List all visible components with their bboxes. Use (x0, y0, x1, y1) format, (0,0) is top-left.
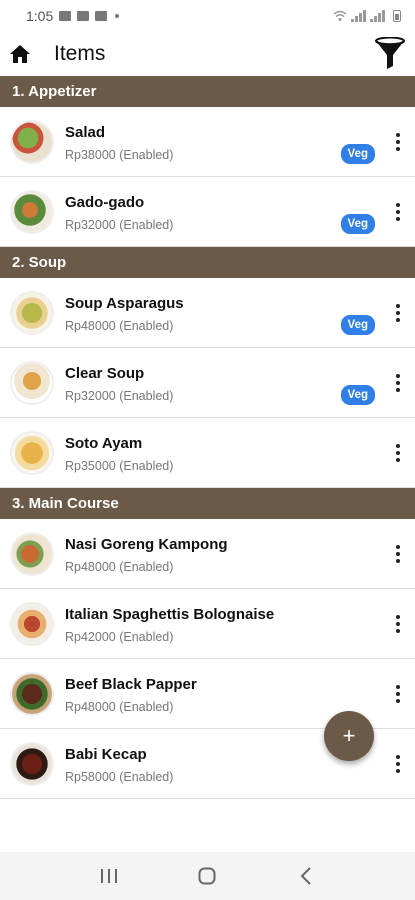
plus-icon: + (342, 723, 356, 748)
more-options-icon[interactable] (395, 304, 401, 322)
more-options-icon[interactable] (395, 444, 401, 462)
filter-button[interactable] (373, 36, 407, 72)
item-name: Soto Ayam (65, 434, 143, 452)
section-header-soup: 2. Soup (0, 247, 415, 278)
section-header-appetizer: 1. Appetizer (0, 76, 415, 107)
item-name: Gado-gado (65, 193, 145, 211)
item-thumbnail (12, 533, 52, 574)
items-list: 1. Appetizer Salad Rp38000 (Enabled) Veg… (0, 76, 415, 799)
list-item[interactable]: Gado-gado Rp32000 (Enabled) Veg (0, 177, 415, 247)
gallery-notification-icon (77, 11, 90, 21)
item-thumbnail (12, 362, 52, 403)
veg-badge: Veg (340, 315, 375, 335)
back-button[interactable] (291, 861, 321, 891)
filter-icon (375, 37, 405, 69)
list-item[interactable]: Italian Spaghettis Bolognaise Rp42000 (E… (0, 589, 415, 659)
section-header-main-course: 3. Main Course (0, 488, 415, 519)
message-notification-icon (95, 11, 108, 21)
item-name: Nasi Goreng Kampong (65, 535, 228, 553)
more-options-icon[interactable] (395, 133, 401, 151)
wifi-icon (333, 10, 347, 21)
signal-icon-2 (370, 10, 385, 22)
more-options-icon[interactable] (395, 685, 401, 703)
item-price: Rp48000 (Enabled) (65, 699, 174, 714)
veg-badge: Veg (340, 214, 375, 234)
home-nav-button[interactable] (192, 861, 222, 891)
more-notifications-icon (115, 14, 120, 18)
list-item[interactable]: Soto Ayam Rp35000 (Enabled) (0, 418, 415, 488)
item-thumbnail (12, 292, 52, 333)
item-thumbnail (12, 603, 52, 644)
more-options-icon[interactable] (395, 755, 401, 773)
more-options-icon[interactable] (395, 545, 401, 563)
item-price: Rp58000 (Enabled) (65, 769, 174, 784)
item-thumbnail (12, 743, 52, 784)
item-name: Italian Spaghettis Bolognaise (65, 605, 275, 623)
list-item[interactable]: Soup Asparagus Rp48000 (Enabled) Veg (0, 278, 415, 348)
item-name: Beef Black Papper (65, 675, 197, 693)
item-thumbnail (12, 191, 52, 232)
item-thumbnail (12, 121, 52, 162)
back-chevron-icon (300, 867, 311, 885)
item-price: Rp48000 (Enabled) (65, 559, 174, 574)
veg-badge: Veg (340, 385, 375, 405)
page-title: Items (54, 42, 106, 65)
list-item[interactable]: Clear Soup Rp32000 (Enabled) Veg (0, 348, 415, 418)
status-bar: 1:05 (0, 0, 415, 32)
item-name: Salad (65, 123, 106, 141)
list-item[interactable]: Nasi Goreng Kampong Rp48000 (Enabled) (0, 519, 415, 589)
item-name: Soup Asparagus (65, 294, 184, 312)
battery-icon (393, 10, 401, 22)
app-bar: Items (0, 32, 415, 76)
item-price: Rp35000 (Enabled) (65, 458, 174, 473)
add-item-button[interactable]: + (324, 711, 374, 761)
image-notification-icon (59, 11, 72, 21)
more-options-icon[interactable] (395, 615, 401, 633)
more-options-icon[interactable] (395, 374, 401, 392)
status-time: 1:05 (26, 8, 54, 24)
item-name: Clear Soup (65, 364, 145, 382)
more-options-icon[interactable] (395, 203, 401, 221)
list-item[interactable]: Salad Rp38000 (Enabled) Veg (0, 107, 415, 177)
veg-badge: Veg (340, 144, 375, 164)
item-thumbnail (12, 673, 52, 714)
item-thumbnail (12, 432, 52, 473)
signal-icon (351, 10, 366, 22)
recent-apps-icon (101, 869, 118, 883)
system-nav-bar (0, 852, 415, 900)
home-circle-icon (198, 867, 216, 885)
home-icon (10, 45, 30, 63)
home-button[interactable] (8, 42, 32, 66)
recent-apps-button[interactable] (94, 861, 124, 891)
item-price: Rp42000 (Enabled) (65, 629, 174, 644)
